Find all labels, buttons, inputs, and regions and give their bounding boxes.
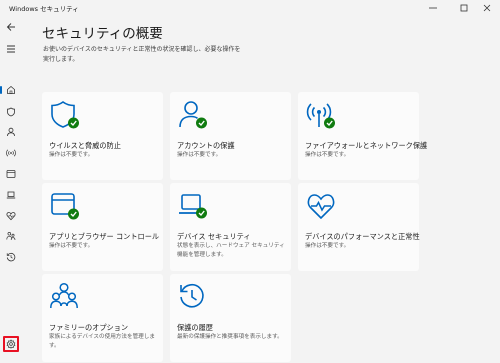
close-icon bbox=[483, 4, 490, 12]
history-icon bbox=[6, 252, 16, 262]
back-button[interactable] bbox=[3, 19, 19, 35]
app-title: Windows セキュリティ bbox=[9, 5, 79, 13]
sidebar-item-history[interactable] bbox=[3, 249, 19, 265]
card-title: デバイスのパフォーマンスと正常性 bbox=[305, 232, 420, 241]
card-status: 操作は不要です。 bbox=[49, 152, 94, 158]
minimize-button[interactable] bbox=[419, 0, 446, 16]
selected-indicator bbox=[0, 86, 2, 94]
card-title: ウイルスと脅威の防止 bbox=[49, 141, 121, 150]
hamburger-menu-icon bbox=[7, 45, 15, 53]
card-title: ファミリーのオプション bbox=[49, 323, 129, 332]
card-protection-history[interactable]: 保護の履歴 最新の保護操作と推奨事項を表示します。 bbox=[170, 274, 291, 362]
close-button[interactable] bbox=[473, 0, 500, 16]
card-firewall-network[interactable]: ファイアウォールとネットワーク保護 操作は不要です。 bbox=[298, 92, 427, 180]
sidebar-item-virus-protection[interactable] bbox=[3, 104, 19, 120]
gear-icon bbox=[6, 339, 16, 349]
menu-button[interactable] bbox=[3, 41, 19, 57]
shield-check-icon bbox=[50, 100, 80, 130]
card-device-performance-health[interactable]: デバイスのパフォーマンスと正常性 操作は不要です。 bbox=[298, 183, 420, 271]
card-status: 操作は不要です。 bbox=[177, 152, 222, 158]
browser-window-icon bbox=[6, 170, 16, 178]
browser-check-icon bbox=[50, 191, 80, 221]
card-family-options[interactable]: ファミリーのオプション 家族によるデバイスの使用方法を管理します。 bbox=[42, 274, 163, 362]
person-icon bbox=[7, 127, 15, 137]
minimize-icon bbox=[428, 7, 437, 9]
page-title: セキュリティの概要 bbox=[42, 26, 163, 42]
home-icon bbox=[7, 85, 15, 94]
card-app-browser-control[interactable]: アプリとブラウザー コントロール 操作は不要です。 bbox=[42, 183, 163, 271]
family-icon bbox=[6, 232, 16, 241]
title-bar: Windows セキュリティ bbox=[0, 0, 500, 16]
sidebar-item-family[interactable] bbox=[3, 228, 19, 244]
card-status: 状態を表示し、ハードウェア セキュリティ機能を管理します。 bbox=[177, 243, 285, 258]
card-title: アカウントの保護 bbox=[177, 141, 235, 150]
sidebar-item-device-health[interactable] bbox=[3, 208, 19, 224]
card-title: デバイス セキュリティ bbox=[177, 232, 251, 241]
account-check-icon bbox=[178, 100, 208, 130]
card-status: 最新の保護操作と推奨事項を表示します。 bbox=[177, 334, 283, 340]
card-status: 操作は不要です。 bbox=[49, 243, 94, 249]
sidebar bbox=[0, 16, 22, 363]
card-status: 操作は不要です。 bbox=[305, 243, 350, 249]
card-account-protection[interactable]: アカウントの保護 操作は不要です。 bbox=[170, 92, 291, 180]
history-clock-icon bbox=[178, 282, 208, 312]
card-title: ファイアウォールとネットワーク保護 bbox=[305, 141, 428, 150]
heart-pulse-icon bbox=[6, 212, 16, 221]
sidebar-item-app-browser[interactable] bbox=[3, 166, 19, 182]
card-title: アプリとブラウザー コントロール bbox=[49, 232, 160, 241]
sidebar-item-home[interactable] bbox=[3, 82, 19, 98]
back-arrow-icon bbox=[6, 23, 15, 31]
card-status: 操作は不要です。 bbox=[305, 152, 350, 158]
sidebar-item-firewall[interactable] bbox=[3, 145, 19, 161]
shield-icon bbox=[7, 107, 15, 117]
laptop-check-icon bbox=[178, 191, 208, 221]
maximize-icon bbox=[460, 4, 467, 12]
sidebar-item-settings[interactable] bbox=[3, 336, 19, 352]
card-virus-threat-protection[interactable]: ウイルスと脅威の防止 操作は不要です。 bbox=[42, 92, 163, 180]
heart-pulse-check-icon bbox=[306, 191, 336, 221]
sidebar-item-account[interactable] bbox=[3, 124, 19, 140]
page-description: お使いのデバイスのセキュリティと正常性の状況を確認し、必要な操作を実行します。 bbox=[43, 46, 241, 63]
wifi-signal-icon bbox=[6, 149, 16, 157]
sidebar-item-device-security[interactable] bbox=[3, 187, 19, 203]
antenna-check-icon bbox=[306, 100, 336, 130]
card-device-security[interactable]: デバイス セキュリティ 状態を表示し、ハードウェア セキュリティ機能を管理します… bbox=[170, 183, 291, 271]
card-status: 家族によるデバイスの使用方法を管理します。 bbox=[49, 334, 155, 349]
family-icon bbox=[50, 282, 80, 312]
laptop-icon bbox=[6, 191, 16, 199]
card-title: 保護の履歴 bbox=[177, 323, 213, 332]
